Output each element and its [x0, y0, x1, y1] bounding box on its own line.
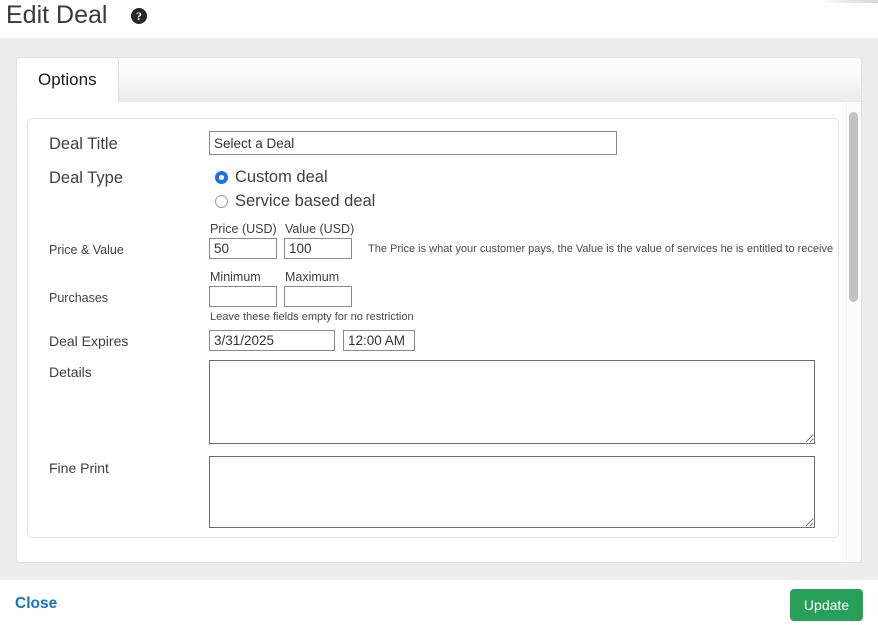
deal-form: Deal Title Deal Type Custom deal Service… — [27, 118, 839, 538]
dialog-footer: Close Update — [0, 580, 878, 625]
options-tab-panel: Deal Title Deal Type Custom deal Service… — [16, 102, 862, 563]
radio-service-based-deal[interactable]: Service based deal — [215, 192, 375, 211]
purchases-label: Purchases — [49, 291, 109, 305]
details-textarea[interactable] — [209, 360, 815, 444]
radio-unselected-icon — [215, 195, 228, 208]
price-usd-label: Price (USD) — [210, 222, 277, 236]
minimum-purchases-input[interactable] — [209, 286, 277, 307]
panel-scrollbar-track[interactable] — [846, 103, 860, 561]
tab-bar-filler — [16, 57, 862, 102]
fine-print-label: Fine Print — [49, 460, 109, 476]
purchases-hint: Leave these fields empty for no restrict… — [210, 311, 414, 323]
radio-custom-deal[interactable]: Custom deal — [215, 168, 328, 187]
deal-title-input[interactable] — [209, 131, 617, 155]
close-link[interactable]: Close — [15, 595, 57, 613]
panel-scrollbar-thumb[interactable] — [849, 112, 858, 302]
window-scrollbar-sliver — [820, 0, 878, 3]
page-header: Edit Deal ? — [0, 0, 878, 38]
value-usd-label: Value (USD) — [285, 222, 355, 236]
help-circle-icon[interactable]: ? — [131, 8, 147, 24]
deal-expires-time-input[interactable] — [343, 330, 415, 351]
deal-type-label: Deal Type — [49, 169, 123, 187]
tab-options[interactable]: Options — [16, 57, 119, 103]
form-scroll-area: Deal Title Deal Type Custom deal Service… — [17, 102, 861, 561]
radio-service-based-deal-label: Service based deal — [235, 192, 376, 210]
radio-selected-icon — [215, 171, 228, 184]
value-input[interactable] — [284, 238, 352, 259]
tab-bar: Options — [16, 57, 862, 103]
page-title: Edit Deal — [6, 1, 108, 29]
price-value-label: Price & Value — [49, 243, 124, 257]
fine-print-textarea[interactable] — [209, 456, 815, 528]
maximum-purchases-input[interactable] — [284, 286, 352, 307]
update-button[interactable]: Update — [790, 589, 863, 621]
deal-expires-label: Deal Expires — [49, 333, 129, 349]
price-value-hint: The Price is what your customer pays, th… — [368, 243, 834, 255]
radio-custom-deal-label: Custom deal — [235, 168, 328, 186]
price-input[interactable] — [209, 238, 277, 259]
details-label: Details — [49, 364, 92, 380]
maximum-label: Maximum — [285, 270, 340, 284]
minimum-label: Minimum — [210, 270, 261, 284]
deal-expires-date-input[interactable] — [209, 330, 335, 351]
deal-title-label: Deal Title — [49, 135, 118, 153]
